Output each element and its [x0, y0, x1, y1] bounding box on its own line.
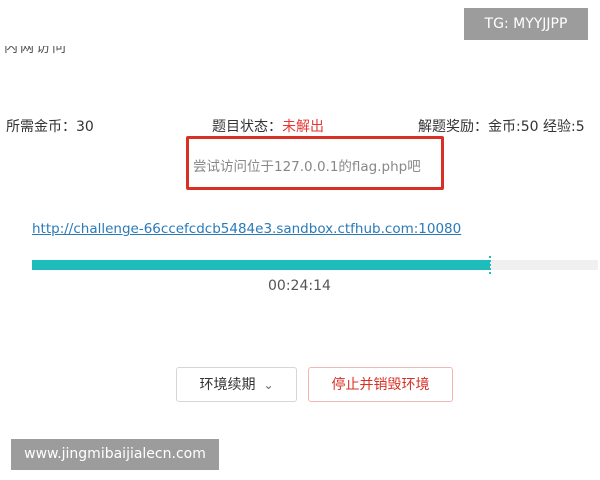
page-title-text: 内网访问 [4, 46, 68, 56]
hint-text: 尝试访问位于127.0.0.1的flag.php吧 [193, 159, 421, 175]
watermark-overlay: www.jingmibaijialecn.com [11, 439, 219, 470]
cost-label: 所需金币：30 [6, 119, 94, 135]
status-label: 题目状态： [212, 119, 282, 135]
time-progress-bar [32, 256, 598, 274]
renew-button-label: 环境续期 [199, 377, 256, 393]
status-field: 题目状态：未解出 [212, 116, 324, 136]
reward-label: 解题奖励：金币:50 经验:5 [418, 119, 585, 135]
progress-fill [32, 260, 490, 270]
renew-environment-button[interactable]: 环境续期 ⌄ [176, 367, 297, 402]
status-value: 未解出 [282, 119, 324, 135]
challenge-panel: 内网访问 TG: MYYJJPP 所需金币：30 题目状态：未解出 解题奖励：金… [0, 0, 600, 480]
challenge-info-row: 所需金币：30 题目状态：未解出 解题奖励：金币:50 经验:5 [0, 116, 600, 138]
chevron-down-icon: ⌄ [263, 378, 274, 392]
tg-overlay-badge: TG: MYYJJPP [464, 8, 588, 40]
remaining-timer: 00:24:14 [268, 278, 331, 294]
page-title-partial: 内网访问 [4, 46, 68, 58]
progress-marker [489, 256, 493, 274]
environment-url-link[interactable]: http://challenge-66ccefcdcb5484e3.sandbo… [32, 221, 461, 237]
stop-destroy-environment-button[interactable]: 停止并销毁环境 [308, 367, 453, 402]
